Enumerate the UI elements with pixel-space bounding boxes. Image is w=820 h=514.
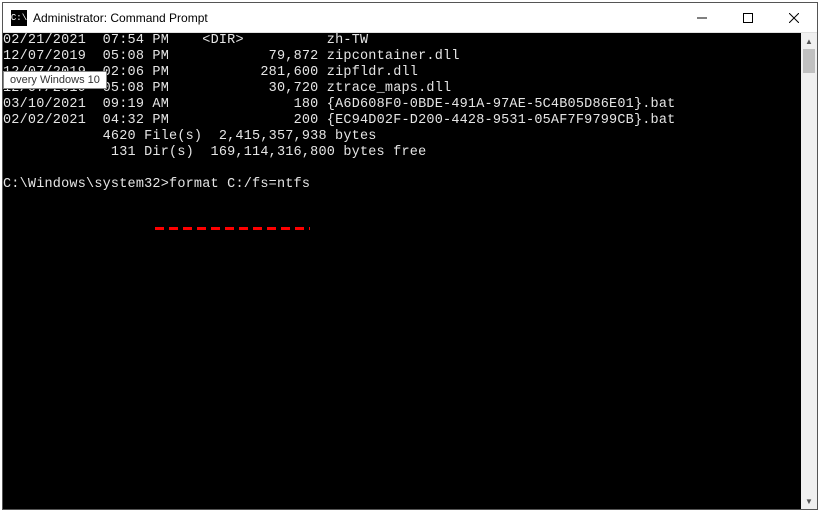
prompt-path: C:\Windows\system32>: [3, 177, 169, 192]
minimize-button[interactable]: [679, 3, 725, 33]
tooltip: overy Windows 10: [3, 71, 107, 89]
dir-line: 02/21/2021 07:54 PM <DIR> zh-TW: [3, 33, 368, 48]
command-prompt-window: C:\ Administrator: Command Prompt 02/21/…: [2, 2, 818, 510]
window-title: Administrator: Command Prompt: [33, 11, 679, 25]
console-output: 02/21/2021 07:54 PM <DIR> zh-TW 12/07/20…: [3, 33, 817, 193]
scrollbar-up-button[interactable]: ▲: [801, 33, 817, 49]
dir-line: 12/07/2019 05:08 PM 79,872 zipcontainer.…: [3, 49, 460, 64]
titlebar[interactable]: C:\ Administrator: Command Prompt: [3, 3, 817, 33]
cmd-icon: C:\: [11, 10, 27, 26]
window-controls: [679, 3, 817, 33]
summary-dirs: 131 Dir(s) 169,114,316,800 bytes free: [3, 145, 426, 160]
maximize-icon: [743, 13, 753, 23]
scrollbar-thumb[interactable]: [803, 49, 815, 73]
typed-command: format C:/fs=ntfs: [169, 177, 310, 192]
scrollbar-down-button[interactable]: ▼: [801, 493, 817, 509]
dir-line: 02/02/2021 04:32 PM 200 {EC94D02F-D200-4…: [3, 113, 675, 128]
console-area[interactable]: 02/21/2021 07:54 PM <DIR> zh-TW 12/07/20…: [3, 33, 817, 509]
close-icon: [789, 13, 799, 23]
minimize-icon: [697, 13, 707, 23]
annotation-underline: [155, 227, 310, 230]
dir-line: 03/10/2021 09:19 AM 180 {A6D608F0-0BDE-4…: [3, 97, 675, 112]
maximize-button[interactable]: [725, 3, 771, 33]
vertical-scrollbar[interactable]: ▲ ▼: [801, 33, 817, 509]
close-button[interactable]: [771, 3, 817, 33]
summary-files: 4620 File(s) 2,415,357,938 bytes: [3, 129, 377, 144]
prompt-line: C:\Windows\system32>format C:/fs=ntfs: [3, 177, 310, 192]
